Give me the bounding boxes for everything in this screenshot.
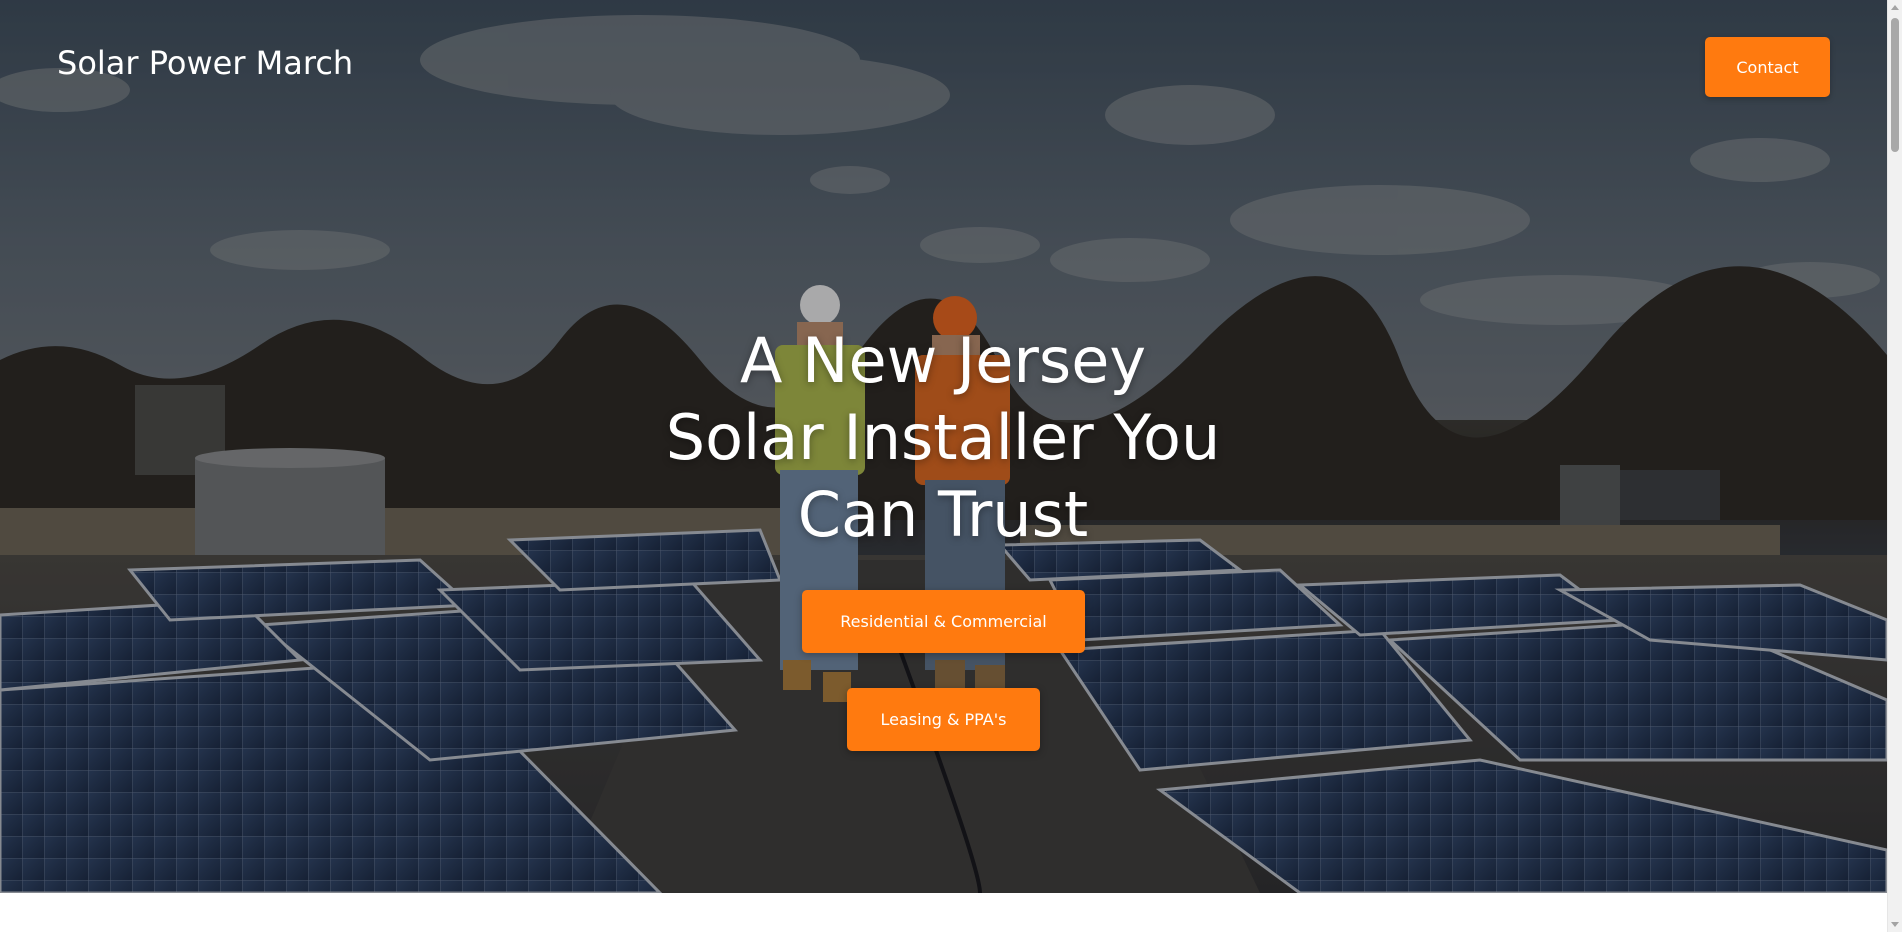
site-title[interactable]: Solar Power March (57, 44, 353, 82)
hero-heading-line-2: Solar Installer You (665, 401, 1221, 474)
scrollbar-thumb[interactable] (1891, 18, 1899, 152)
hero-heading-line-1: A New Jersey (739, 324, 1147, 397)
scroll-up-icon[interactable] (1891, 5, 1899, 10)
vertical-scrollbar[interactable] (1887, 0, 1902, 932)
page: Solar Power March Contact A New Jersey S… (0, 0, 1902, 932)
scroll-down-icon[interactable] (1891, 922, 1899, 927)
contact-button[interactable]: Contact (1705, 37, 1830, 97)
hero-heading: A New Jersey Solar Installer You Can Tru… (600, 322, 1286, 553)
below-fold-section (0, 893, 1887, 932)
residential-commercial-button[interactable]: Residential & Commercial (802, 590, 1085, 653)
hero-heading-line-3: Can Trust (797, 478, 1089, 551)
leasing-ppa-button[interactable]: Leasing & PPA's (847, 688, 1040, 751)
